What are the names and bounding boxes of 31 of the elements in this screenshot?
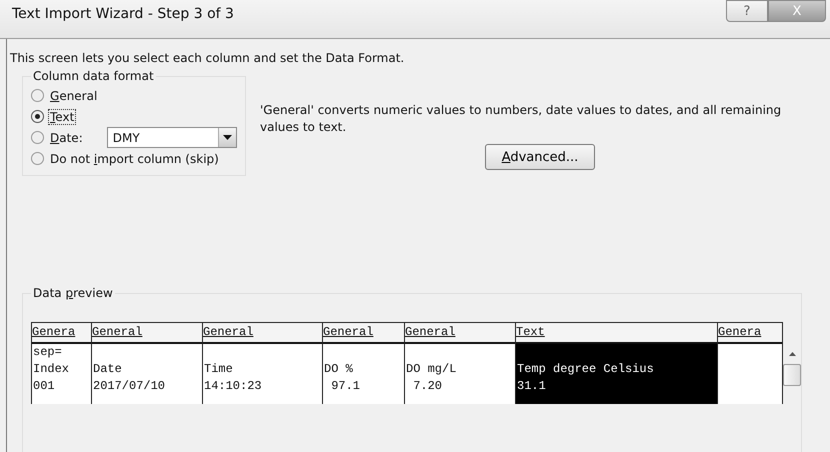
preview-column[interactable]: sep= Index 001 <box>32 344 91 404</box>
preview-column[interactable]: DO mg/L 7.20 <box>405 344 515 404</box>
instruction-text: This screen lets you select each column and set the Data Format. <box>10 51 406 65</box>
group-title: Data preview <box>32 286 114 300</box>
radio-button[interactable] <box>31 110 44 123</box>
date-format-dropdown[interactable]: DMY <box>106 127 237 148</box>
column-format-header[interactable]: General <box>405 323 515 344</box>
option-label[interactable]: Text <box>48 108 76 124</box>
preview-column[interactable]: DO % 97.1 <box>323 344 404 404</box>
advanced-button[interactable]: Advanced... <box>485 144 595 170</box>
option-label[interactable]: General <box>48 88 100 104</box>
option-label[interactable]: Do not import column (skip) <box>48 150 221 166</box>
option-label[interactable]: Date: <box>48 130 85 146</box>
window-title: Text Import Wizard - Step 3 of 3 <box>11 5 234 22</box>
radio-button[interactable] <box>31 152 44 165</box>
help-button[interactable]: ? <box>726 0 768 22</box>
column-format-header[interactable]: Text <box>516 323 717 344</box>
preview-column[interactable]: Temp degree Celsius 31.1 <box>516 344 717 404</box>
group-title: Column data format <box>32 69 155 83</box>
scroll-up-icon <box>788 352 796 356</box>
preview-column[interactable]: Date 2017/07/10 <box>92 344 202 404</box>
scroll-thumb[interactable] <box>783 364 801 386</box>
column-format-header[interactable]: General <box>323 323 404 344</box>
column-format-header[interactable]: Genera <box>32 323 91 344</box>
preview-column[interactable]: Time 14:10:23 <box>203 344 322 404</box>
column-format-header[interactable]: General <box>203 323 322 344</box>
column-format-header[interactable]: Genera <box>718 323 782 344</box>
radio-button[interactable] <box>31 131 44 144</box>
description-text: 'General' converts numeric values to numbers, date values to dates, and all remaining values to text. <box>260 102 782 136</box>
radio-button[interactable] <box>31 89 44 102</box>
column-format-header[interactable]: General <box>92 323 202 344</box>
